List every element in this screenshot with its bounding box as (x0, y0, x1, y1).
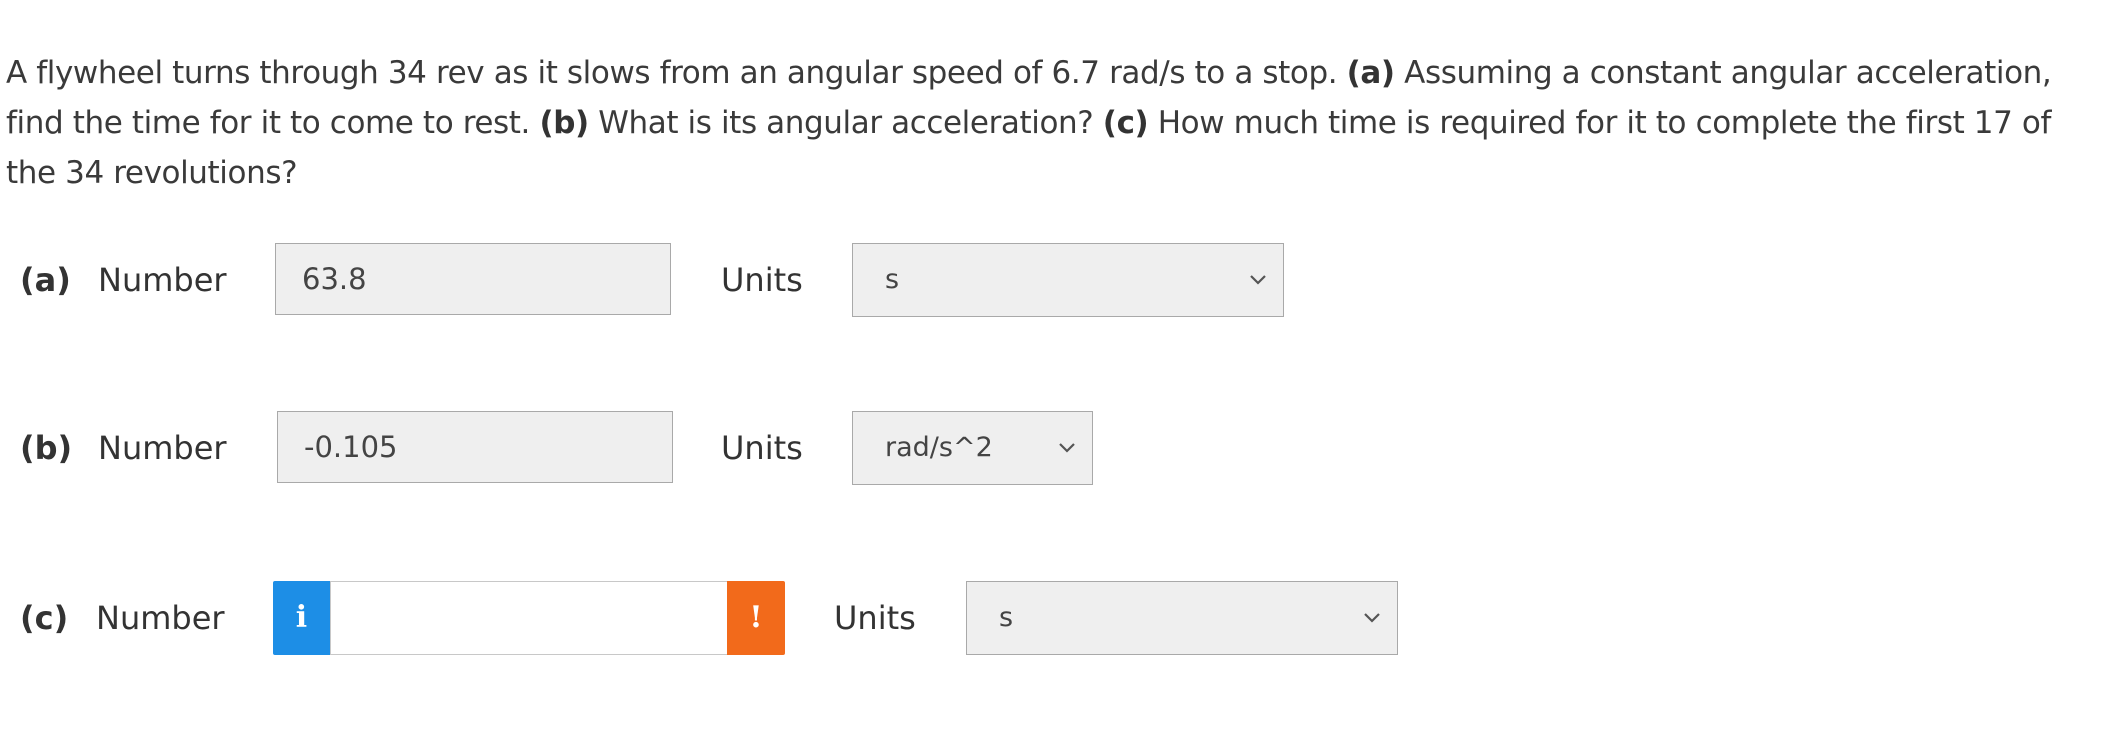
info-button[interactable]: i (273, 581, 330, 655)
part-a-units-select[interactable]: s (852, 243, 1284, 317)
part-b-units-label: Units (721, 429, 803, 467)
question-part-b-tag: (b) (539, 105, 589, 141)
chevron-down-icon (1364, 613, 1380, 623)
part-b-units-value: rad/s^2 (885, 432, 993, 463)
part-c-number-label: Number (96, 599, 225, 637)
part-a-units-label: Units (721, 261, 803, 299)
part-a-number-label: Number (98, 261, 227, 299)
part-a-units-value: s (885, 264, 900, 295)
part-c-number-field[interactable] (330, 581, 728, 655)
chevron-down-icon (1059, 443, 1075, 453)
warning-button[interactable]: ! (727, 581, 785, 655)
part-c-units-value: s (999, 602, 1014, 633)
question-part-c-tag: (c) (1102, 105, 1149, 141)
part-b-label: (b) (20, 429, 73, 467)
part-c-label: (c) (20, 599, 69, 637)
part-a-number-field[interactable]: 63.8 (275, 243, 671, 315)
part-c-units-select[interactable]: s (966, 581, 1398, 655)
part-c-units-label: Units (834, 599, 916, 637)
part-b-number-field[interactable]: -0.105 (277, 411, 673, 483)
part-b-units-select[interactable]: rad/s^2 (852, 411, 1093, 485)
question-part-a-tag: (a) (1346, 55, 1395, 91)
part-a-label: (a) (20, 261, 71, 299)
warning-icon: ! (749, 600, 763, 635)
question-part-b-text: What is its angular acceleration? (588, 105, 1103, 141)
info-icon: i (295, 600, 308, 635)
chevron-down-icon (1250, 275, 1266, 285)
question-intro: A flywheel turns through 34 rev as it sl… (6, 55, 1347, 91)
part-b-number-label: Number (98, 429, 227, 467)
question-text: A flywheel turns through 34 rev as it sl… (6, 48, 2096, 198)
